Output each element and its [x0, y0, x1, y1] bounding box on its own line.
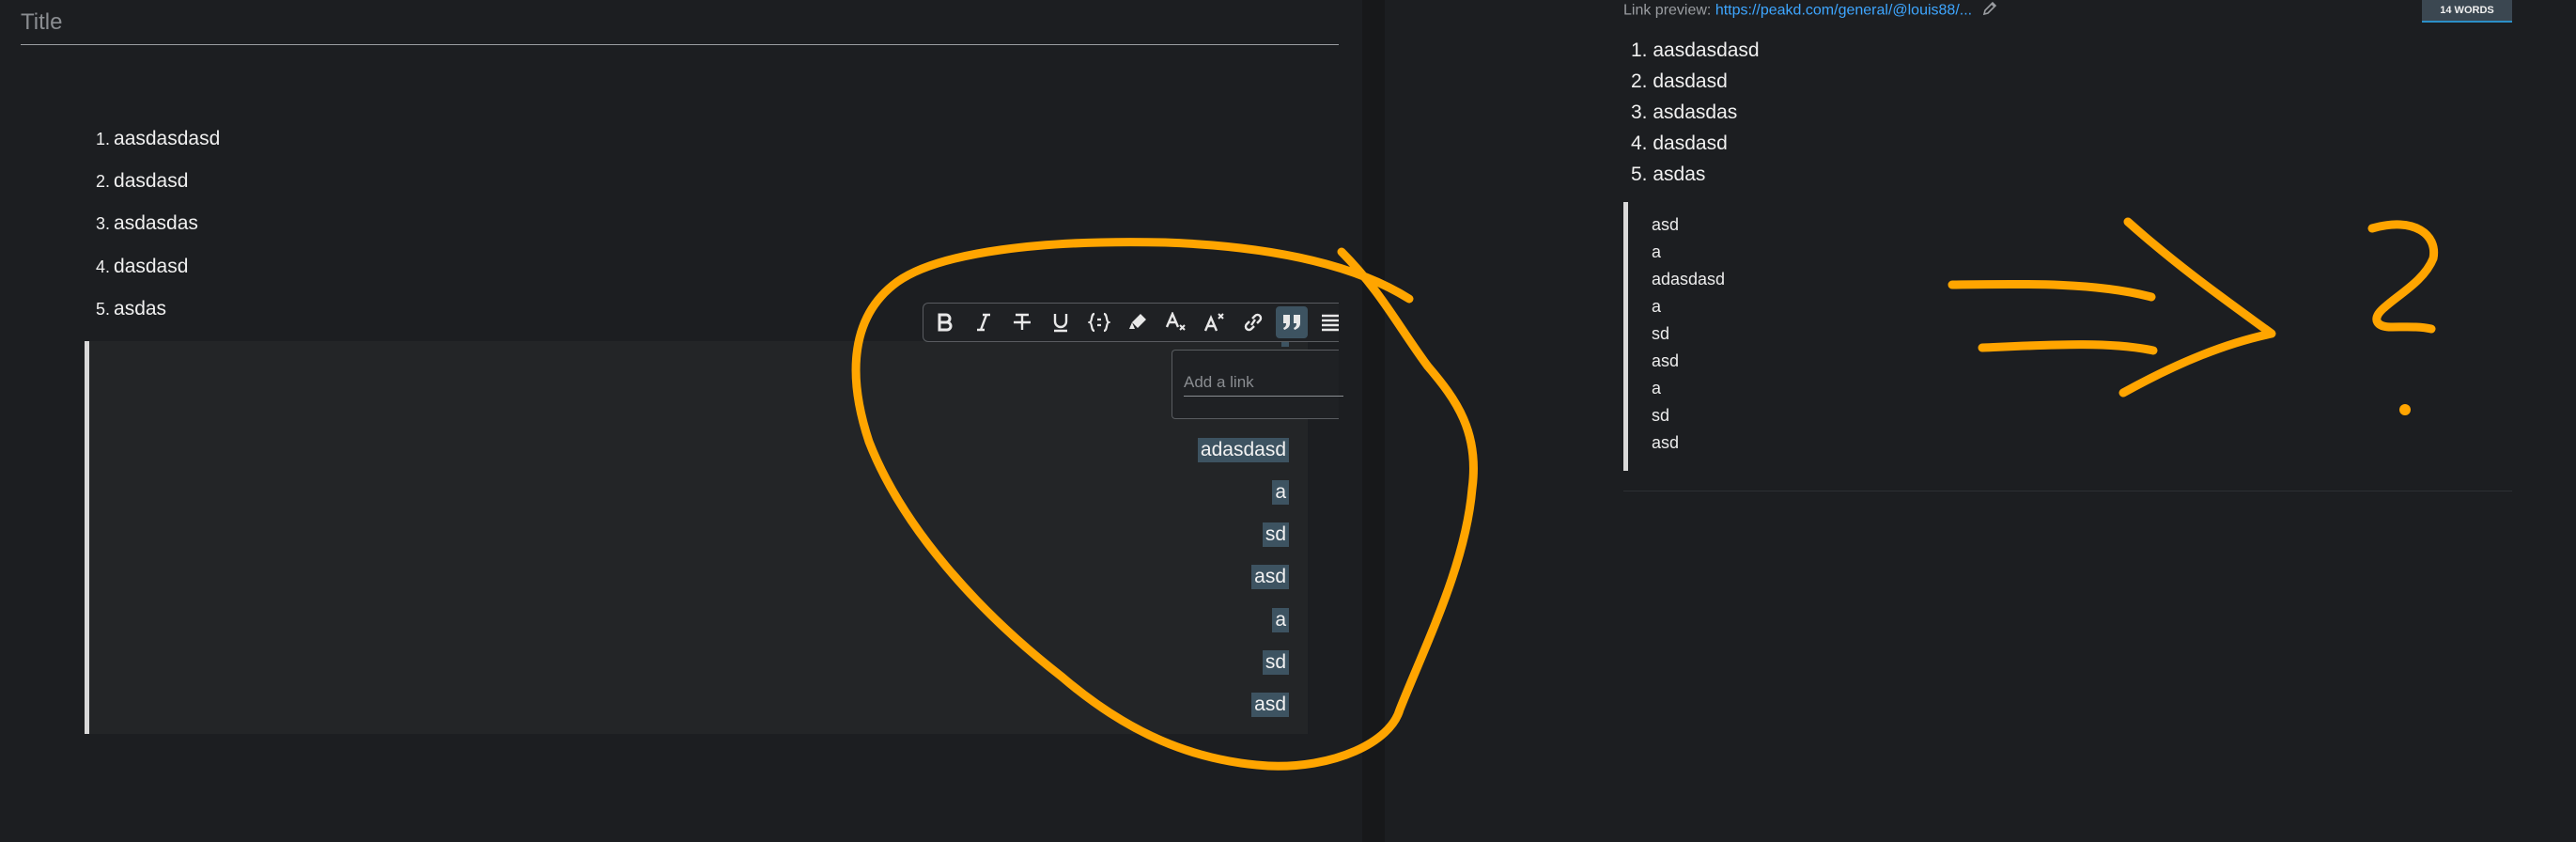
selected-text[interactable]: asd — [1251, 565, 1289, 589]
blockquote-line: asd — [1652, 351, 1680, 370]
blockquote-line: adasdasd — [1652, 270, 1726, 288]
list-item: 4. dasdasd — [1631, 133, 1728, 154]
word-count-badge: 14 WORDS — [2422, 0, 2512, 23]
list-item: 2. dasdasd — [1631, 70, 1728, 92]
list-item[interactable]: 1. aasdasdasd — [96, 128, 220, 150]
selected-text[interactable]: asd — [1251, 693, 1289, 717]
list-item[interactable]: 3. asdasdas — [96, 212, 198, 235]
blockquote-line: a — [1652, 242, 1662, 261]
formatting-toolbar — [923, 303, 1339, 342]
selected-text[interactable]: adasdasd — [1197, 438, 1289, 462]
pane-divider[interactable] — [1362, 0, 1385, 842]
link-popover — [1172, 350, 1343, 419]
blockquote-line: asd — [1652, 215, 1680, 234]
list-item[interactable]: 5. asdas — [96, 298, 166, 320]
selected-text[interactable]: sd — [1262, 522, 1289, 547]
title-underline — [21, 44, 1339, 45]
bold-icon[interactable] — [929, 306, 961, 338]
title-input[interactable]: Title — [21, 9, 62, 36]
link-preview-label: Link preview: — [1623, 2, 1712, 19]
subscript-icon[interactable] — [1160, 306, 1192, 338]
code-block-icon[interactable] — [1083, 306, 1115, 338]
align-icon[interactable] — [1314, 306, 1339, 338]
link-preview-url[interactable]: https://peakd.com/general/@louis88/... — [1715, 3, 1972, 19]
selected-text[interactable]: a — [1272, 608, 1289, 632]
blockquote-bar — [1623, 202, 1628, 471]
list-item[interactable]: 4. dasdasd — [96, 256, 188, 278]
preview-pane: Link preview: https://peakd.com/general/… — [1385, 0, 2576, 842]
blockquote-line: sd — [1652, 406, 1670, 425]
blockquote-bar — [85, 341, 89, 734]
editor-pane: Title 1. aasdasdasd 2. dasdasd 3. asdasdas … — [0, 0, 1362, 842]
link-input[interactable] — [1184, 369, 1343, 397]
list-item: 3. asdasdas — [1631, 101, 1738, 123]
blockquote-line: a — [1652, 379, 1662, 398]
highlight-icon[interactable] — [1122, 306, 1154, 338]
link-icon[interactable] — [1237, 306, 1269, 338]
superscript-icon[interactable] — [1199, 306, 1231, 338]
italic-icon[interactable] — [968, 306, 1000, 338]
blockquote-icon[interactable] — [1276, 306, 1308, 338]
list-item[interactable]: 2. dasdasd — [96, 170, 188, 193]
blockquote-line: a — [1652, 297, 1662, 316]
list-item: 5. asdas — [1631, 164, 1706, 185]
selected-text[interactable]: sd — [1262, 650, 1289, 675]
underline-icon[interactable] — [1045, 306, 1077, 338]
blockquote-line: sd — [1652, 324, 1670, 343]
blockquote[interactable]: adasdasd a sd asd a sd asd — [85, 341, 1308, 734]
link-preview: Link preview: https://peakd.com/general/… — [1623, 1, 1997, 21]
list-item: 1. aasdasdasd — [1631, 39, 1760, 61]
blockquote-line: asd — [1652, 433, 1680, 452]
selected-text[interactable]: a — [1272, 480, 1289, 505]
strikethrough-icon[interactable] — [1006, 306, 1038, 338]
pencil-icon[interactable] — [1982, 1, 1997, 21]
preview-blockquote — [1623, 202, 1633, 471]
